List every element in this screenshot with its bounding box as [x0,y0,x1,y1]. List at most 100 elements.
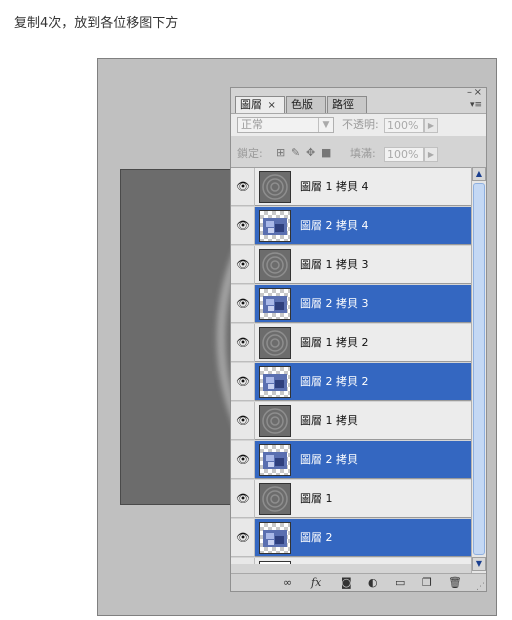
opacity-label: 不透明: [342,118,379,131]
layer-scrollbar[interactable]: ▲ ▼ [471,167,486,573]
panel-footer: ∞ fx ◙ ◐ ▭ ❐ 🗑 ⋰ [231,573,486,592]
layer-row[interactable]: 👁 圖層 1 拷貝 [231,402,471,441]
layer-row[interactable]: 👁 圖層 2 [231,519,471,558]
layer-row[interactable]: 👁 圖層 2 拷貝 [231,441,471,480]
eye-icon: 👁 [236,531,250,544]
layer-body[interactable]: 圖層 2 [255,519,471,557]
adjustment-icon[interactable]: ◐ [368,576,378,590]
visibility-toggle[interactable]: 👁 [231,246,255,284]
eye-icon: 👁 [236,180,250,193]
visibility-toggle[interactable]: 👁 [231,441,255,479]
visibility-toggle[interactable]: 👁 [231,519,255,557]
tab-layers[interactable]: 圖層 × [235,96,285,113]
visibility-toggle[interactable]: 👁 [231,324,255,362]
lock-label: 鎖定: [237,147,263,160]
layer-thumbnail [259,210,291,242]
opacity-input[interactable]: 100% [384,118,424,133]
tab-paths[interactable]: 路徑 [327,96,367,113]
layer-name: 圖層 1 拷貝 2 [300,336,369,349]
visibility-toggle[interactable]: 👁 [231,480,255,518]
fill-input[interactable]: 100% [384,147,424,162]
tab-close-icon[interactable]: × [268,100,276,111]
layer-name: 圖層 1 [300,492,333,505]
layer-body[interactable]: 圖層 1 拷貝 2 [255,324,471,362]
trash-icon[interactable]: 🗑 [448,576,462,590]
layer-name: 圖層 1 拷貝 4 [300,180,369,193]
layer-thumbnail [259,522,291,554]
visibility-toggle[interactable]: 👁 [231,207,255,245]
layer-body[interactable]: 圖層 2 拷貝 2 [255,363,471,401]
layer-body[interactable]: 圖層 2 拷貝 [255,441,471,479]
layer-row[interactable]: 👁 圖層 2 拷貝 3 [231,285,471,324]
layer-name: 圖層 2 拷貝 [300,453,358,466]
tab-channels-label: 色版 [291,98,313,111]
layer-thumbnail [259,327,291,359]
chevron-down-icon[interactable]: ▼ [318,118,333,132]
layer-name: 圖層 2 拷貝 4 [300,219,369,232]
instruction-caption: 复制4次，放到各位移图下方 [14,16,179,31]
link-icon[interactable]: ∞ [283,576,292,590]
layer-name: 圖層 2 [300,531,333,544]
layer-thumbnail [259,561,291,564]
layer-row[interactable]: 👁 圖層 2 拷貝 4 [231,207,471,246]
lock-all-icon[interactable]: ■ [321,146,331,160]
layer-row[interactable]: 👁 圖層 1 拷貝 4 [231,168,471,207]
eye-icon: 👁 [236,492,250,505]
resize-grip-icon[interactable]: ⋰ [476,583,485,592]
folder-icon[interactable]: ▭ [395,576,405,590]
layer-row[interactable]: 👁背景 [231,558,471,564]
layer-thumbnail [259,444,291,476]
visibility-toggle[interactable]: 👁 [231,168,255,206]
visibility-toggle[interactable]: 👁 [231,558,255,564]
layer-thumbnail [259,171,291,203]
layer-thumbnail [259,288,291,320]
layer-row[interactable]: 👁 圖層 1 [231,480,471,519]
close-icon[interactable]: × [474,88,482,98]
mask-icon[interactable]: ◙ [341,576,352,590]
lock-paint-icon[interactable]: ✎ [291,146,300,160]
layer-name: 圖層 2 拷貝 3 [300,297,369,310]
visibility-toggle[interactable]: 👁 [231,285,255,323]
layer-body[interactable]: 圖層 1 拷貝 3 [255,246,471,284]
eye-icon: 👁 [236,375,250,388]
layer-body[interactable]: 圖層 1 拷貝 [255,402,471,440]
layer-row[interactable]: 👁 圖層 1 拷貝 3 [231,246,471,285]
new-layer-icon[interactable]: ❐ [422,576,432,590]
layer-body[interactable]: 圖層 2 拷貝 3 [255,285,471,323]
layer-body[interactable]: 圖層 2 拷貝 4 [255,207,471,245]
visibility-toggle[interactable]: 👁 [231,402,255,440]
lock-row: 鎖定: ⊞ ✎ ✥ ■ 填滿: 100% ▶ [231,143,486,165]
scroll-down-icon[interactable]: ▼ [472,557,486,571]
layer-name: 圖層 2 拷貝 2 [300,375,369,388]
layer-body[interactable]: 圖層 1 拷貝 4 [255,168,471,206]
scroll-up-icon[interactable]: ▲ [472,167,486,181]
tab-paths-label: 路徑 [332,98,354,111]
ripple-rings [216,251,233,425]
layer-thumbnail [259,405,291,437]
scroll-thumb[interactable] [473,183,485,555]
layer-body[interactable]: 圖層 1 [255,480,471,518]
tab-channels[interactable]: 色版 [286,96,326,113]
panel-menu-icon[interactable]: ▾≡ [470,101,482,110]
layer-thumbnail [259,249,291,281]
lock-transparent-icon[interactable]: ⊞ [276,146,285,160]
fx-icon[interactable]: fx [311,576,321,590]
fill-label: 填滿: [350,147,376,160]
eye-icon: 👁 [236,258,250,271]
eye-icon: 👁 [236,219,250,232]
lock-move-icon[interactable]: ✥ [306,146,315,160]
opacity-arrow-icon[interactable]: ▶ [424,118,438,133]
blend-mode-select[interactable]: 正常 ▼ [237,117,334,133]
layer-list: 👁 圖層 1 拷貝 4 👁 圖層 2 拷貝 4 👁 圖層 1 拷貝 3 👁 圖層 2 拷貝 3… [231,167,471,564]
layer-body[interactable]: 背景 [255,558,471,564]
fill-arrow-icon[interactable]: ▶ [424,147,438,162]
layer-row[interactable]: 👁 圖層 2 拷貝 2 [231,363,471,402]
visibility-toggle[interactable]: 👁 [231,363,255,401]
image-canvas[interactable] [120,169,234,505]
eye-icon: 👁 [236,297,250,310]
eye-icon: 👁 [236,453,250,466]
blend-row: 正常 ▼ 不透明: 100% ▶ [231,113,486,136]
layers-panel: – × 圖層 × 色版 路徑 ▾≡ 正常 ▼ 不透明: 100% ▶ 鎖定: ⊞… [230,87,487,592]
minimize-icon[interactable]: – [467,88,472,98]
layer-row[interactable]: 👁 圖層 1 拷貝 2 [231,324,471,363]
